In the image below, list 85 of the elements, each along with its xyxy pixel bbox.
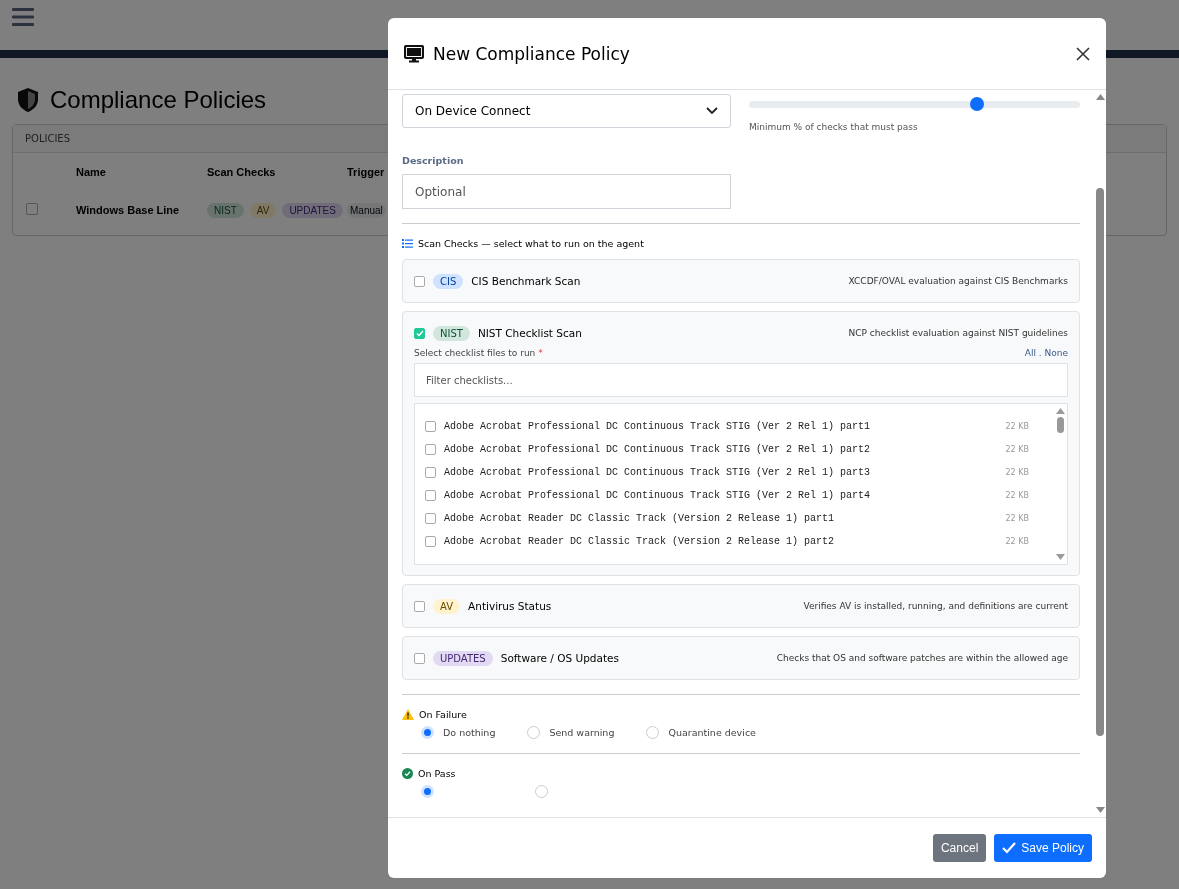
file-checkbox[interactable] <box>425 444 436 455</box>
check-name: NIST Checklist Scan <box>477 327 583 339</box>
radio-button[interactable] <box>421 785 434 798</box>
scroll-thumb[interactable] <box>1056 417 1064 433</box>
radio-button[interactable] <box>535 785 548 798</box>
check-circle-icon <box>402 768 413 779</box>
list-icon <box>402 239 413 248</box>
check-tag: NIST <box>433 325 470 341</box>
check-checkbox[interactable] <box>414 600 425 612</box>
file-name: Adobe Acrobat Reader DC Classic Track (Version 2 Release 1) part2 <box>444 536 836 547</box>
check-tag: UPDATES <box>433 650 493 666</box>
check-name: Antivirus Status <box>468 600 553 612</box>
file-checkbox[interactable] <box>425 513 436 524</box>
check-tag: AV <box>249 202 277 218</box>
slider-thumb[interactable] <box>970 97 985 111</box>
row-checkbox[interactable] <box>26 203 38 215</box>
save-button[interactable]: Save Policy <box>994 834 1092 862</box>
radio-label: Do nothing <box>443 727 496 738</box>
scroll-down-icon[interactable] <box>1095 807 1105 813</box>
radio-button[interactable] <box>421 726 434 739</box>
file-checkbox[interactable] <box>425 467 436 478</box>
required-mark: * <box>538 348 543 358</box>
checkmark-icon <box>1002 842 1017 854</box>
check-description: Checks that OS and software patches are within the allowed age <box>776 653 1068 663</box>
link-separator: . <box>1038 348 1042 358</box>
check-checkbox[interactable] <box>414 327 425 339</box>
file-name: Adobe Acrobat Professional DC Continuous Track STIG (Ver 2 Rel 1) part4 <box>444 490 872 501</box>
check-tag: AV <box>433 598 461 614</box>
file-size: 22 KB <box>1005 468 1029 477</box>
column-header: Trigger <box>347 166 386 178</box>
section-heading: Scan Checks — select what to run on the agent <box>418 238 644 249</box>
check-tag: UPDATES <box>282 202 343 218</box>
scroll-down-icon[interactable] <box>1055 554 1065 560</box>
card-header: POLICIES <box>25 133 71 144</box>
trigger-tag: Manual <box>347 202 386 218</box>
file-size: 22 KB <box>1005 445 1029 454</box>
section-label: On Pass <box>418 768 456 779</box>
check-tag: NIST <box>207 202 244 218</box>
slider-hint: Minimum % of checks that must pass <box>749 122 919 132</box>
radio-button[interactable] <box>527 726 541 739</box>
column-header: Name <box>76 166 107 178</box>
trigger-select[interactable]: On Device Connect <box>402 94 731 128</box>
check-description: Verifies AV is installed, running, and definitions are current <box>803 601 1068 611</box>
file-size: 22 KB <box>1005 491 1029 500</box>
file-size: 22 KB <box>1005 422 1029 431</box>
check-checkbox[interactable] <box>414 652 425 664</box>
file-size: 22 KB <box>1005 514 1029 523</box>
scroll-up-icon[interactable] <box>1055 408 1065 414</box>
file-checkbox[interactable] <box>425 490 436 501</box>
file-name: Adobe Acrobat Professional DC Continuous Track STIG (Ver 2 Rel 1) part3 <box>444 467 872 478</box>
file-name: Adobe Acrobat Professional DC Continuous Track STIG (Ver 2 Rel 1) part1 <box>444 421 872 432</box>
filter-field[interactable]: Filter checklists... <box>414 363 1068 397</box>
file-name: Adobe Acrobat Reader DC Classic Track (Version 2 Release 1) part1 <box>444 513 836 524</box>
scroll-up-icon[interactable] <box>1095 94 1105 100</box>
field-label: Description <box>402 155 465 166</box>
scroll-thumb[interactable] <box>1096 188 1104 736</box>
radio-button[interactable] <box>646 726 660 739</box>
radio-label: Send warning <box>549 727 615 738</box>
menu-icon[interactable] <box>12 8 34 26</box>
check-tag: CIS <box>433 273 464 289</box>
radio-label: Quarantine device <box>668 727 756 738</box>
page-title: Compliance Policies <box>50 86 267 114</box>
cancel-button[interactable]: Cancel <box>932 834 987 862</box>
section-label: On Failure <box>419 709 467 720</box>
policy-name: Windows Base Line <box>76 204 181 216</box>
check-name: CIS Benchmark Scan <box>471 275 582 287</box>
select-none-link[interactable]: None <box>1044 348 1068 358</box>
file-checkbox[interactable] <box>425 421 436 432</box>
check-name: Software / OS Updates <box>500 652 620 664</box>
file-size: 22 KB <box>1005 537 1029 546</box>
shield-icon <box>16 87 40 113</box>
monitor-icon <box>404 44 424 63</box>
chevron-icon <box>706 107 718 115</box>
check-description: NCP checklist evaluation against NIST guidelines <box>848 328 1068 338</box>
check-checkbox[interactable] <box>414 275 425 287</box>
check-description: XCCDF/OVAL evaluation against CIS Benchmarks <box>848 276 1068 286</box>
warning-icon <box>402 709 414 720</box>
select-all-link[interactable]: All <box>1024 348 1036 358</box>
column-header: Scan Checks <box>207 166 277 178</box>
close-icon[interactable] <box>1076 46 1090 61</box>
dialog-title: New Compliance Policy <box>433 43 631 64</box>
files-label: Select checklist files to run <box>414 348 536 358</box>
description-field[interactable]: Optional <box>402 174 731 209</box>
file-checkbox[interactable] <box>425 536 436 547</box>
file-name: Adobe Acrobat Professional DC Continuous Track STIG (Ver 2 Rel 1) part2 <box>444 444 872 455</box>
